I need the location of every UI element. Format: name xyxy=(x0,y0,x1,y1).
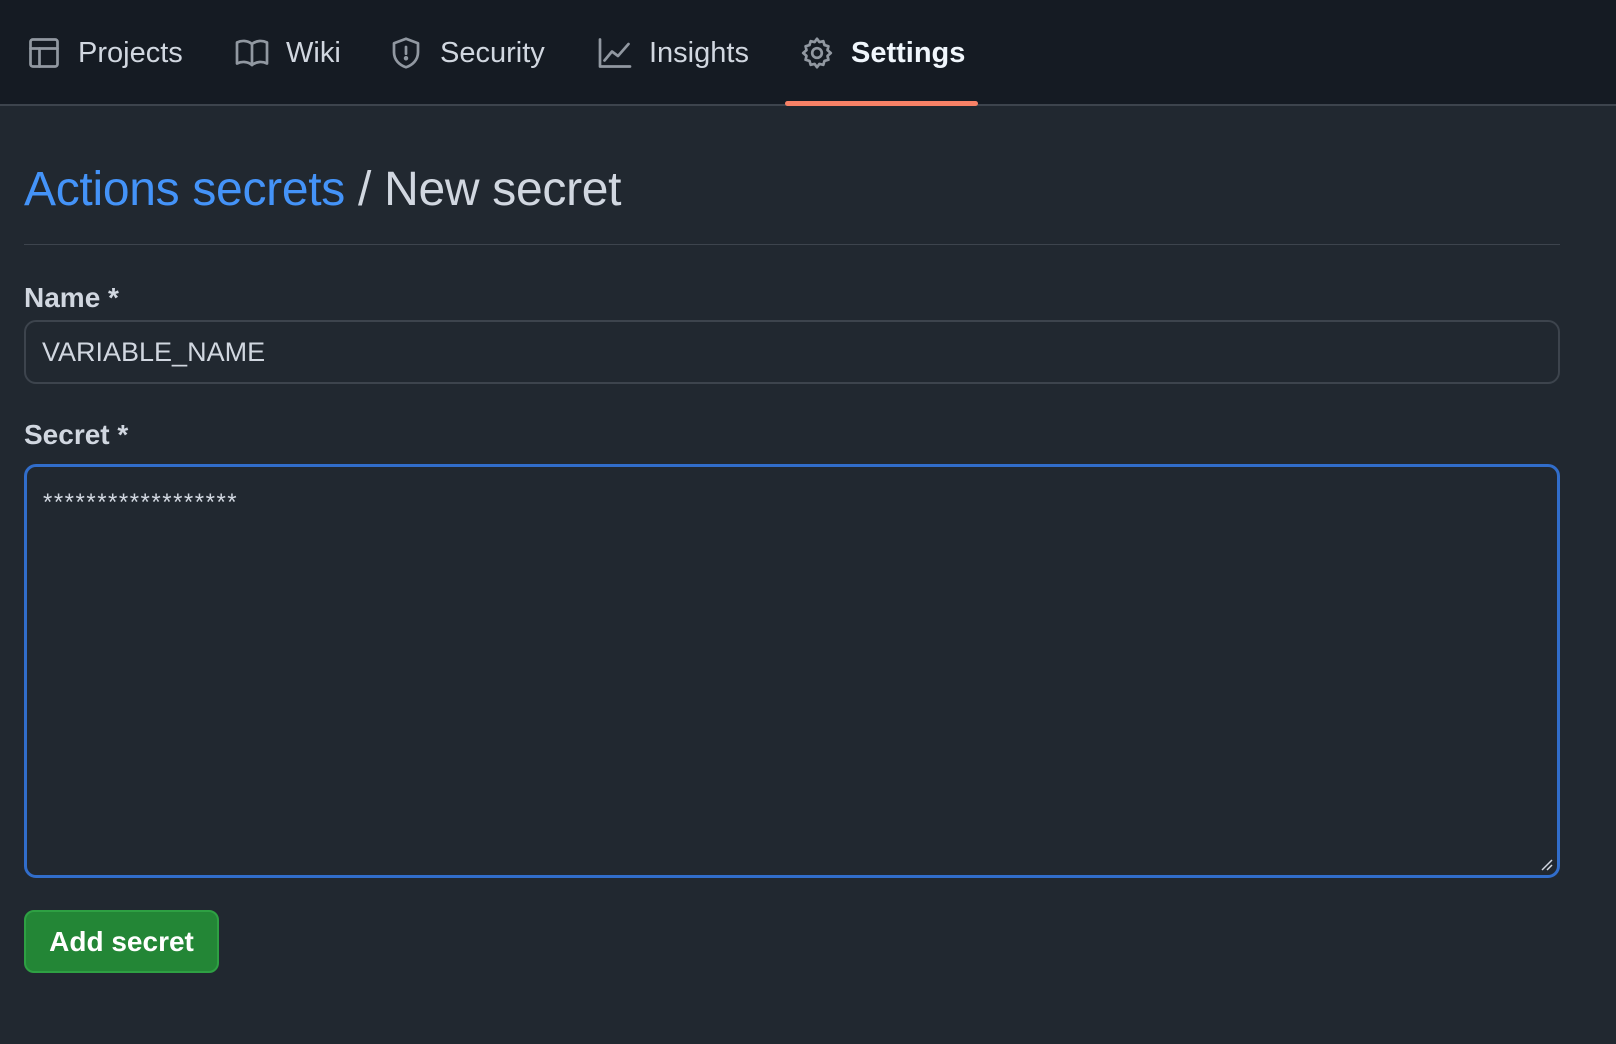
tab-wiki[interactable]: Wiki xyxy=(234,0,341,106)
book-icon xyxy=(235,39,269,67)
tab-wiki-label: Wiki xyxy=(286,36,341,69)
tab-security[interactable]: Security xyxy=(388,0,545,106)
breadcrumb-current: New secret xyxy=(384,163,622,216)
name-input-value: VARIABLE_NAME xyxy=(42,336,266,367)
add-secret-button[interactable]: Add secret xyxy=(24,910,219,973)
tab-settings[interactable]: Settings xyxy=(799,0,965,106)
add-secret-button-label: Add secret xyxy=(49,925,194,957)
breadcrumb-actions-secrets-link[interactable]: Actions secrets xyxy=(24,163,345,216)
secret-textarea[interactable]: ****************** xyxy=(24,464,1560,878)
graph-icon xyxy=(598,38,632,68)
tab-projects-label: Projects xyxy=(78,36,183,69)
shield-icon xyxy=(392,37,420,69)
tab-insights-label: Insights xyxy=(649,36,749,69)
tab-projects[interactable]: Projects xyxy=(26,0,183,106)
heading-divider xyxy=(24,244,1560,245)
name-input[interactable]: VARIABLE_NAME xyxy=(24,320,1560,384)
tab-insights[interactable]: Insights xyxy=(597,0,749,106)
secret-label: Secret * xyxy=(24,419,129,450)
secret-textarea-value: ****************** xyxy=(43,489,239,516)
table-icon xyxy=(29,38,59,68)
gear-icon xyxy=(801,37,833,69)
resize-handle-icon[interactable] xyxy=(1539,857,1553,871)
active-tab-indicator xyxy=(785,101,978,106)
tab-security-label: Security xyxy=(440,36,545,69)
page-title: Actions secrets / New secret xyxy=(24,162,621,217)
repo-nav: Projects Wiki Security Insights Settings xyxy=(0,0,1616,106)
tab-settings-label: Settings xyxy=(851,36,966,69)
name-label: Name * xyxy=(24,282,119,313)
breadcrumb-separator: / xyxy=(358,163,372,216)
